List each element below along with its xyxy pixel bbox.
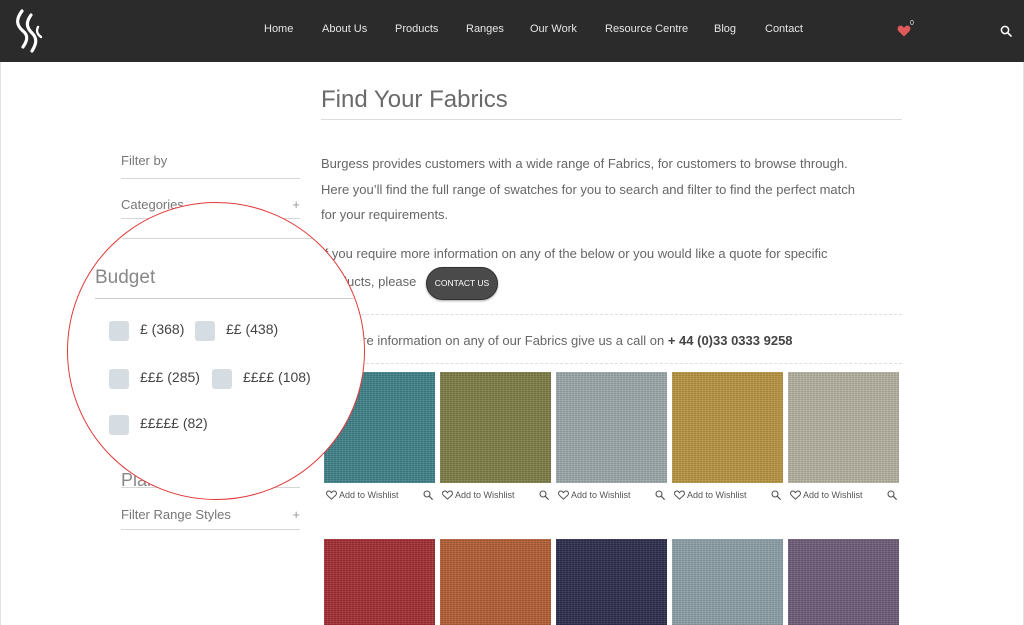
title-divider: [321, 119, 902, 120]
nav-home[interactable]: Home: [264, 23, 293, 35]
add-to-wishlist-link[interactable]: Add to Wishlist: [687, 490, 747, 500]
divider: [122, 238, 355, 239]
budget-divider: [95, 298, 355, 299]
quote-text: If you require more information on any o…: [321, 241, 911, 294]
range-styles-expand-icon[interactable]: +: [292, 507, 300, 522]
intro-line: for your requirements.: [321, 207, 449, 222]
budget-option-label: ££ (438): [226, 321, 279, 337]
fabric-swatch[interactable]: [788, 372, 899, 483]
contact-us-button[interactable]: CONTACT US: [426, 267, 498, 300]
brand-logo-icon[interactable]: [14, 9, 46, 53]
fabric-swatch[interactable]: [788, 539, 899, 625]
fabric-swatch[interactable]: [440, 539, 551, 625]
budget-option-label: £££££ (82): [140, 415, 208, 431]
budget-checkbox[interactable]: [109, 415, 129, 435]
fabric-swatch[interactable]: [556, 539, 667, 625]
add-to-wishlist-link[interactable]: Add to Wishlist: [803, 490, 863, 500]
zoom-icon[interactable]: [423, 490, 433, 500]
filter-by-heading: Filter by: [121, 153, 300, 179]
add-to-wishlist-link[interactable]: Add to Wishlist: [339, 490, 399, 500]
fabric-swatch[interactable]: [672, 372, 783, 483]
intro-line: Here you’ll find the full range of swatc…: [321, 181, 856, 197]
range-styles-label: Filter Range Styles: [121, 507, 231, 522]
nav-about-us[interactable]: About Us: [322, 23, 367, 35]
fabric-swatch[interactable]: [672, 539, 783, 625]
budget-heading: Budget: [95, 267, 156, 288]
zoom-icon[interactable]: [655, 490, 665, 500]
fabric-swatch[interactable]: [324, 539, 435, 625]
budget-checkbox[interactable]: [195, 321, 215, 341]
intro-text: Burgess provides customers with a wide r…: [321, 151, 911, 228]
add-to-wishlist-link[interactable]: Add to Wishlist: [571, 490, 631, 500]
filter-by-label: Filter by: [121, 153, 168, 168]
budget-checkbox[interactable]: [109, 321, 129, 341]
divider: [321, 314, 902, 315]
fabric-texture: [556, 539, 667, 625]
zoom-icon[interactable]: [771, 490, 781, 500]
fabric-texture: [788, 372, 899, 483]
fabric-texture: [440, 539, 551, 625]
zoom-icon[interactable]: [539, 490, 549, 500]
phone-number[interactable]: + 44 (0)33 0333 9258: [668, 333, 793, 348]
wishlist-heart-icon[interactable]: [674, 490, 685, 500]
add-to-wishlist-link[interactable]: Add to Wishlist: [455, 490, 515, 500]
call-text: For more information on any of our Fabri…: [321, 333, 665, 348]
wishlist-heart-icon[interactable]: [442, 490, 453, 500]
range-styles-filter[interactable]: Filter Range Styles +: [121, 507, 300, 530]
budget-option-label: £ (368): [140, 321, 185, 337]
quote-line: products, please: [321, 273, 417, 289]
nav-our-work[interactable]: Our Work: [530, 23, 577, 35]
fabric-texture: [672, 372, 783, 483]
fabric-texture: [672, 539, 783, 625]
nav-resource-centre[interactable]: Resource Centre: [605, 23, 688, 35]
budget-magnifier: Categories Budget £ (368) ££ (438) £££ (…: [67, 202, 365, 500]
top-navigation-bar: Home About Us Products Ranges Our Work R…: [0, 0, 1024, 62]
intro-line: Burgess provides customers with a wide r…: [321, 156, 848, 171]
nav-products[interactable]: Products: [395, 23, 438, 35]
fabric-texture: [324, 539, 435, 625]
wishlist-count: 0: [910, 20, 914, 27]
search-icon[interactable]: [1000, 25, 1012, 37]
page-frame-left: [0, 62, 1, 625]
fabric-texture: [556, 372, 667, 483]
nav-ranges[interactable]: Ranges: [466, 23, 504, 35]
page-title: Find Your Fabrics: [321, 86, 508, 113]
wishlist-heart-icon[interactable]: [326, 490, 337, 500]
quote-line: If you require more information on any o…: [321, 246, 828, 261]
budget-option-label: ££££ (108): [243, 369, 311, 385]
wishlist-heart-icon[interactable]: [558, 490, 569, 500]
budget-checkbox[interactable]: [109, 369, 129, 389]
wishlist-heart-icon[interactable]: [790, 490, 801, 500]
categories-label-magnified: Categories: [122, 203, 301, 209]
zoom-icon[interactable]: [887, 490, 897, 500]
budget-checkbox[interactable]: [212, 369, 232, 389]
nav-contact[interactable]: Contact: [765, 23, 803, 35]
fabric-texture: [788, 539, 899, 625]
wishlist-heart-icon[interactable]: [897, 24, 911, 38]
call-info: For more information on any of our Fabri…: [321, 333, 793, 348]
budget-option-label: £££ (285): [140, 369, 200, 385]
fabric-swatch[interactable]: [440, 372, 551, 483]
fabric-texture: [440, 372, 551, 483]
nav-blog[interactable]: Blog: [714, 23, 736, 35]
fabric-swatch[interactable]: [556, 372, 667, 483]
divider: [321, 363, 902, 364]
